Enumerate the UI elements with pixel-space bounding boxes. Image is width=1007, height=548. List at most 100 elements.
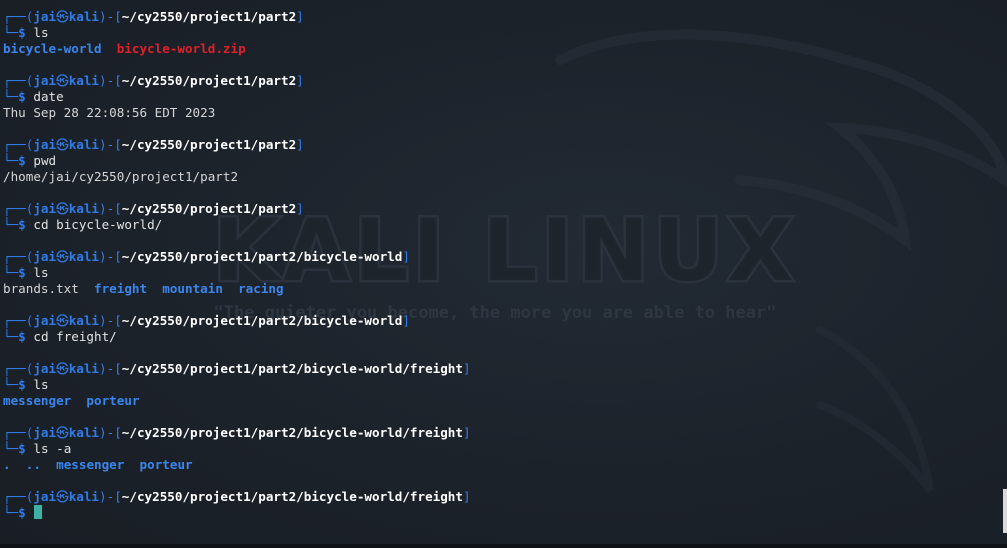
command-text: ls [33,377,49,392]
prompt-close-bracket: ] [462,489,471,504]
kali-skull-icon: ㉿ [56,425,69,440]
prompt-close-bracket: ] [462,425,471,440]
prompt-user: jai [33,201,57,216]
prompt-separator: )-[ [99,9,122,24]
prompt-dollar: $ [18,377,26,392]
output-text: brands.txt [3,281,79,296]
prompt-path: ~/cy2550/project1/part2/bicycle-world [121,313,403,328]
command-text: ls -a [33,441,72,456]
prompt-corner-bottom: └─ [3,377,19,392]
directory-entry: messenger [56,457,125,472]
prompt-host: kali [68,425,100,440]
prompt-command-line: └─$ date [3,89,471,105]
prompt-close-bracket: ] [402,249,410,264]
prompt-dollar: $ [18,441,26,456]
prompt-corner-top: ┌──( [3,361,34,376]
output-line: messenger porteur [3,393,471,409]
prompt-user: jai [33,425,57,440]
prompt-close-bracket: ] [462,361,471,376]
output-text: Thu Sep 28 22:08:56 EDT 2023 [3,105,216,120]
directory-entry: freight [94,281,148,296]
prompt-user: jai [33,73,57,88]
prompt-command-line: └─$ ls [3,25,471,41]
terminal-bottom-edge [0,544,1007,548]
prompt-header-line: ┌──(jai㉿kali)-[~/cy2550/project1/part2] [3,201,471,217]
output-line: Thu Sep 28 22:08:56 EDT 2023 [3,105,471,121]
prompt-host: kali [68,9,100,24]
prompt-corner-top: ┌──( [3,249,34,264]
output-text: /home/jai/cy2550/project1/part2 [3,169,239,184]
prompt-corner-bottom: └─ [3,265,19,280]
directory-entry: porteur [86,393,140,408]
command-text: pwd [33,153,57,168]
terminal-window[interactable]: KALI LINUX KALI LINUX "The quieter you b… [0,0,1007,548]
command-text: date [33,89,64,104]
prompt-host: kali [68,489,100,504]
prompt-path: ~/cy2550/project1/part2/bicycle-world/fr… [121,425,463,440]
prompt-header-line: ┌──(jai㉿kali)-[~/cy2550/project1/part2/b… [3,425,471,441]
prompt-corner-bottom: └─ [3,89,19,104]
directory-entry: porteur [139,457,193,472]
prompt-command-line: └─$ pwd [3,153,471,169]
prompt-header-line: ┌──(jai㉿kali)-[~/cy2550/project1/part2] [3,9,471,25]
prompt-command-line: └─$ cd bicycle-world/ [3,217,471,233]
prompt-corner-top: ┌──( [3,73,34,88]
output-line: brands.txt freight mountain racing [3,281,471,297]
prompt-input-line[interactable]: └─$ [3,505,471,521]
prompt-dollar: $ [18,89,26,104]
kali-skull-icon: ㉿ [56,249,69,264]
output-line: . .. messenger porteur [3,457,471,473]
prompt-dollar: $ [18,25,26,40]
prompt-corner-top: ┌──( [3,425,34,440]
prompt-dollar: $ [18,153,26,168]
prompt-user: jai [33,137,57,152]
prompt-close-bracket: ] [296,137,304,152]
prompt-dollar: $ [18,505,26,520]
prompt-close-bracket: ] [296,9,304,24]
prompt-header-line: ┌──(jai㉿kali)-[~/cy2550/project1/part2/b… [3,489,471,505]
prompt-user: jai [33,313,57,328]
prompt-close-bracket: ] [296,73,304,88]
prompt-user: jai [33,489,57,504]
prompt-host: kali [68,361,100,376]
prompt-header-line: ┌──(jai㉿kali)-[~/cy2550/project1/part2/b… [3,249,471,265]
prompt-header-line: ┌──(jai㉿kali)-[~/cy2550/project1/part2] [3,73,471,89]
prompt-host: kali [68,73,100,88]
kali-skull-icon: ㉿ [56,361,69,376]
prompt-dollar: $ [18,329,26,344]
command-text: cd bicycle-world/ [33,217,163,232]
directory-entry: messenger [3,393,72,408]
prompt-separator: )-[ [99,313,122,328]
command-text: cd freight/ [33,329,117,344]
prompt-separator: )-[ [99,361,122,376]
prompt-path: ~/cy2550/project1/part2/bicycle-world [121,249,403,264]
command-text: ls [33,25,49,40]
prompt-header-line: ┌──(jai㉿kali)-[~/cy2550/project1/part2/b… [3,313,471,329]
prompt-header-line: ┌──(jai㉿kali)-[~/cy2550/project1/part2] [3,137,471,153]
prompt-close-bracket: ] [402,313,410,328]
prompt-corner-top: ┌──( [3,9,34,24]
prompt-path: ~/cy2550/project1/part2 [121,73,297,88]
prompt-command-line: └─$ ls [3,377,471,393]
prompt-header-line: ┌──(jai㉿kali)-[~/cy2550/project1/part2/b… [3,361,471,377]
prompt-separator: )-[ [99,201,122,216]
kali-skull-icon: ㉿ [56,9,69,24]
prompt-separator: )-[ [99,73,122,88]
prompt-user: jai [33,9,57,24]
prompt-separator: )-[ [99,489,122,504]
kali-skull-icon: ㉿ [56,137,69,152]
archive-entry: bicycle-world.zip [116,41,246,56]
prompt-host: kali [68,137,100,152]
prompt-host: kali [68,313,100,328]
scrollbar-thumb[interactable] [1003,489,1007,533]
prompt-command-line: └─$ ls [3,265,471,281]
prompt-close-bracket: ] [296,201,304,216]
prompt-corner-top: ┌──( [3,489,34,504]
